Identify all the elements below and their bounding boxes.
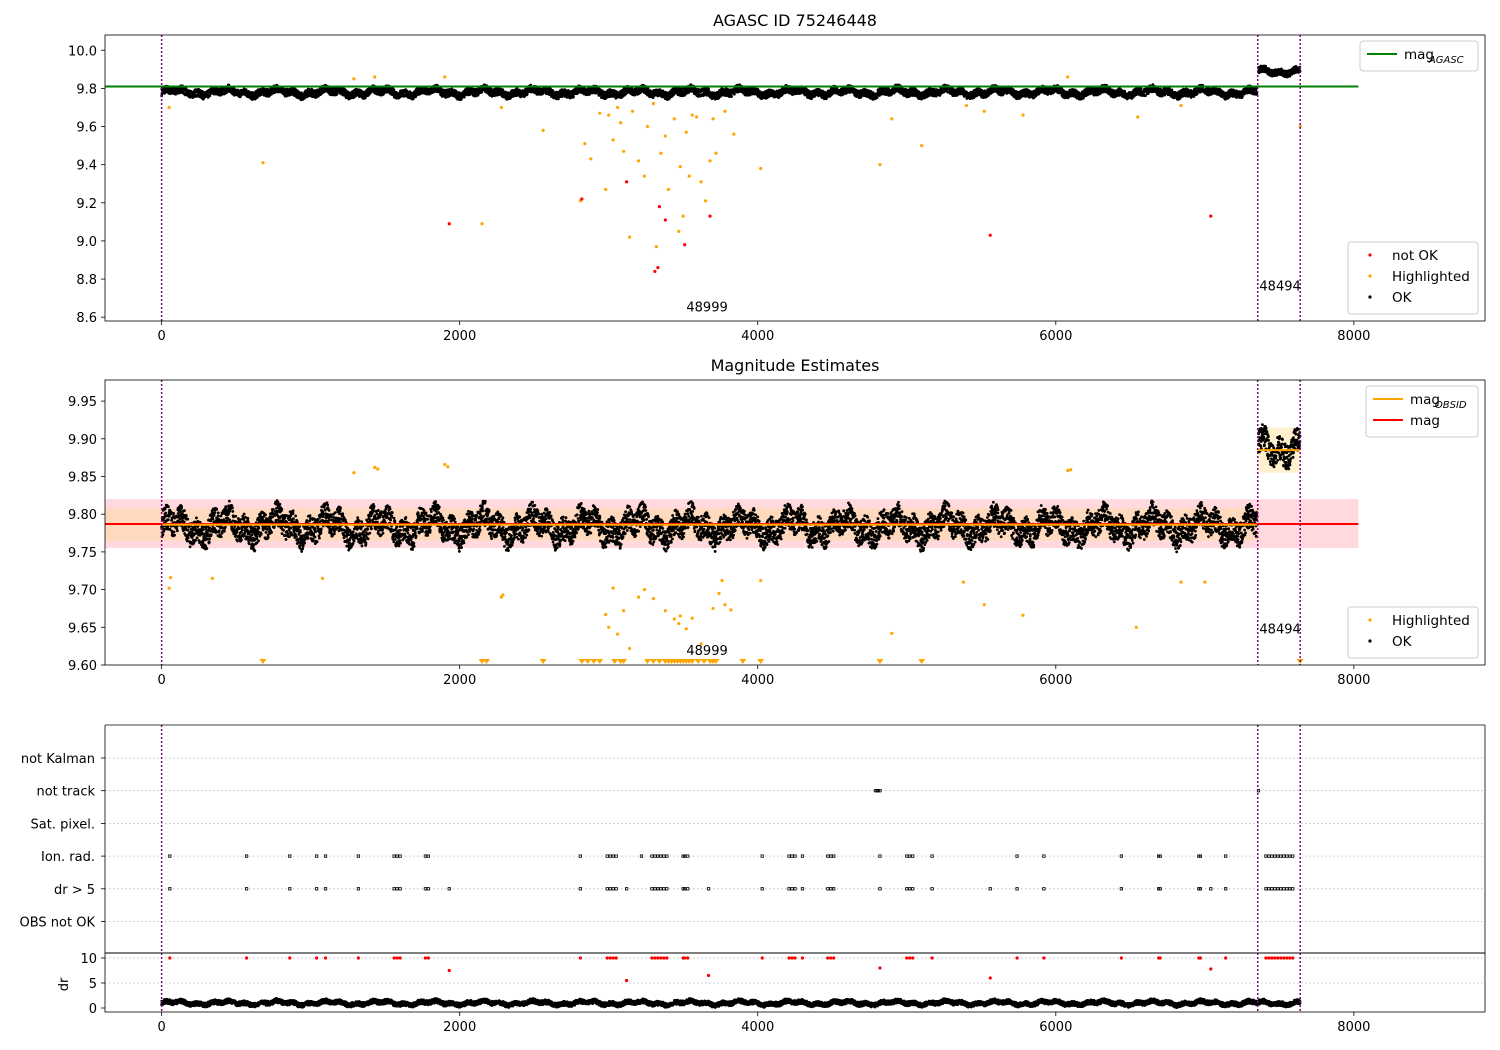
panel1-ok-point bbox=[732, 92, 736, 96]
figure: 0 2000 4000 6000 80008.68.89.09.29.49.69.810… bbox=[20, 11, 1486, 1035]
panel1-ok-point bbox=[392, 88, 396, 92]
panel1-ok-point bbox=[875, 96, 879, 100]
panel1-ok-point bbox=[551, 89, 555, 93]
panel1-ok-point bbox=[707, 87, 710, 91]
panel1-ok-point bbox=[730, 94, 733, 98]
panel1-ok-point bbox=[208, 94, 212, 98]
panel1-ok-point bbox=[633, 93, 637, 97]
panel1-ok-point bbox=[256, 95, 259, 99]
panel1-ok-point bbox=[501, 88, 505, 92]
panel1-ok-point bbox=[335, 92, 339, 96]
panel1-ok-point bbox=[572, 95, 575, 99]
panel1-ok-point bbox=[225, 90, 229, 94]
panel1-ok-band bbox=[160, 64, 1302, 102]
